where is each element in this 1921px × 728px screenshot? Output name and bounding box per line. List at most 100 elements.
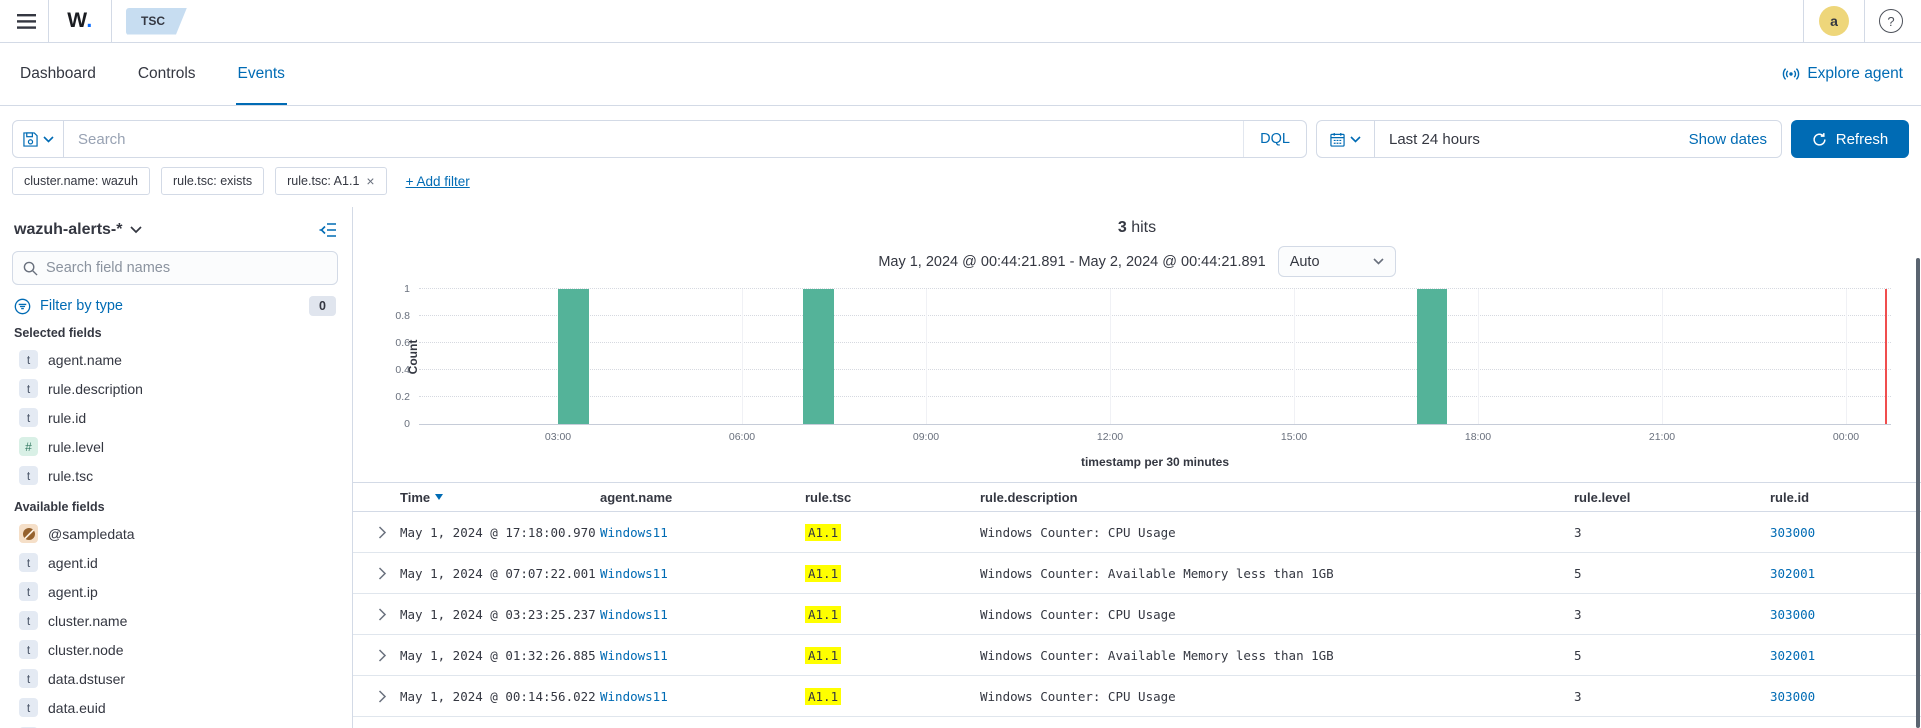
field-item[interactable]: tcluster.name: [12, 606, 338, 635]
broadcast-icon: [1782, 65, 1800, 83]
save-query-icon: [23, 132, 38, 147]
field-type-string-icon: t: [19, 553, 38, 572]
tab-controls[interactable]: Controls: [136, 43, 198, 105]
field-type-number-icon: #: [19, 437, 38, 456]
filter-pill[interactable]: cluster.name: wazuh: [12, 167, 150, 195]
expand-row-icon[interactable]: [365, 567, 400, 580]
help-icon[interactable]: ?: [1879, 9, 1903, 33]
cell-rule-tsc: A1.1: [805, 525, 980, 540]
scrollbar-thumb[interactable]: [1916, 258, 1920, 728]
field-name: @sampledata: [48, 526, 135, 542]
highlighted-value: A1.1: [805, 647, 841, 664]
table-row[interactable]: May 1, 2024 @ 17:18:00.970Windows11A1.1W…: [353, 512, 1921, 553]
cell-rule-id[interactable]: 302001: [1770, 566, 1921, 581]
hits-label: hits: [1131, 219, 1156, 236]
selected-fields-list: tagent.nametrule.descriptiontrule.id#rul…: [12, 345, 338, 490]
field-item[interactable]: @sampledata: [12, 519, 338, 548]
nav-tabs: Dashboard Controls Events: [18, 43, 287, 105]
add-filter-link[interactable]: + Add filter: [406, 174, 470, 189]
field-item[interactable]: tagent.id: [12, 548, 338, 577]
cell-rule-id[interactable]: 303000: [1770, 607, 1921, 622]
field-item[interactable]: tdata.srcip: [12, 722, 338, 728]
date-range-label: May 1, 2024 @ 00:44:21.891 - May 2, 2024…: [878, 254, 1265, 270]
field-item[interactable]: #rule.level: [12, 432, 338, 461]
x-tick-label: 00:00: [1833, 431, 1859, 443]
histogram-bar[interactable]: [1417, 289, 1448, 424]
field-item[interactable]: trule.description: [12, 374, 338, 403]
index-pattern-selector[interactable]: wazuh-alerts-*: [14, 221, 142, 239]
field-item[interactable]: tagent.name: [12, 345, 338, 374]
table-row[interactable]: May 1, 2024 @ 03:23:25.237Windows11A1.1W…: [353, 594, 1921, 635]
gridline: [419, 342, 1891, 343]
cell-agent-name[interactable]: Windows11: [600, 689, 805, 704]
expand-row-icon[interactable]: [365, 649, 400, 662]
cell-time: May 1, 2024 @ 03:23:25.237: [400, 607, 600, 622]
gridline: [926, 289, 927, 424]
date-picker: Last 24 hours Show dates: [1316, 120, 1782, 158]
avatar[interactable]: a: [1819, 6, 1849, 36]
field-item[interactable]: trule.id: [12, 403, 338, 432]
cell-rule-id[interactable]: 303000: [1770, 525, 1921, 540]
cell-rule-id[interactable]: 303000: [1770, 689, 1921, 704]
column-header-rule-id[interactable]: rule.id: [1770, 490, 1921, 505]
cell-agent-name[interactable]: Windows11: [600, 607, 805, 622]
quick-select-button[interactable]: [1317, 121, 1375, 157]
field-item[interactable]: trule.tsc: [12, 461, 338, 490]
chevron-down-icon: [130, 226, 142, 234]
filter-pill[interactable]: rule.tsc: A1.1×: [275, 167, 386, 195]
field-item[interactable]: tdata.euid: [12, 693, 338, 722]
histogram-plot-area[interactable]: Count 00.20.40.60.8103:0006:0009:0012:00…: [419, 289, 1891, 425]
column-header-time[interactable]: Time: [400, 490, 600, 505]
show-dates-link[interactable]: Show dates: [1689, 131, 1781, 148]
gridline: [419, 288, 1891, 289]
table-row[interactable]: May 1, 2024 @ 07:07:22.001Windows11A1.1W…: [353, 553, 1921, 594]
refresh-button[interactable]: Refresh: [1791, 120, 1909, 158]
table-row[interactable]: May 1, 2024 @ 00:14:56.022Windows11A1.1W…: [353, 676, 1921, 717]
filter-by-type-button[interactable]: Filter by type: [14, 298, 123, 315]
saved-queries-button[interactable]: [12, 120, 64, 158]
y-axis-title: Count: [406, 317, 420, 397]
query-language-button[interactable]: DQL: [1243, 121, 1306, 157]
cell-rule-level: 3: [1574, 689, 1770, 704]
field-name: cluster.node: [48, 642, 124, 658]
tab-dashboard[interactable]: Dashboard: [18, 43, 98, 105]
expand-row-icon[interactable]: [365, 608, 400, 621]
expand-row-icon[interactable]: [365, 526, 400, 539]
field-item[interactable]: tcluster.node: [12, 635, 338, 664]
search-input[interactable]: [64, 121, 1243, 157]
field-search-input[interactable]: [46, 260, 327, 276]
expand-row-icon[interactable]: [365, 690, 400, 703]
field-item[interactable]: tagent.ip: [12, 577, 338, 606]
column-header-agent-name[interactable]: agent.name: [600, 490, 805, 505]
remove-filter-icon[interactable]: ×: [366, 176, 374, 186]
field-item[interactable]: tdata.dstuser: [12, 664, 338, 693]
cell-rule-description: Windows Counter: Available Memory less t…: [980, 648, 1574, 663]
interval-select[interactable]: Auto: [1278, 246, 1396, 277]
menu-button[interactable]: [4, 0, 48, 42]
histogram-chart[interactable]: Count 00.20.40.60.8103:0006:0009:0012:00…: [353, 285, 1921, 449]
tsc-app-tab[interactable]: TSC: [126, 8, 187, 35]
wazuh-logo[interactable]: W.: [49, 9, 111, 33]
histogram-bar[interactable]: [558, 289, 589, 424]
cell-agent-name[interactable]: Windows11: [600, 525, 805, 540]
cell-rule-id[interactable]: 302001: [1770, 648, 1921, 663]
explore-agent-link[interactable]: Explore agent: [1782, 65, 1903, 83]
highlighted-value: A1.1: [805, 688, 841, 705]
table-row[interactable]: May 1, 2024 @ 01:32:26.885Windows11A1.1W…: [353, 635, 1921, 676]
tab-events[interactable]: Events: [236, 43, 287, 105]
time-range-label[interactable]: Last 24 hours: [1375, 131, 1689, 148]
collapse-sidebar-icon[interactable]: [319, 223, 336, 237]
column-header-rule-level[interactable]: rule.level: [1574, 490, 1770, 505]
sort-desc-icon[interactable]: [435, 494, 443, 500]
cell-agent-name[interactable]: Windows11: [600, 566, 805, 581]
search-icon: [23, 261, 38, 276]
filter-count-badge: 0: [309, 296, 336, 316]
cell-agent-name[interactable]: Windows11: [600, 648, 805, 663]
hamburger-icon: [17, 14, 36, 29]
column-header-rule-description[interactable]: rule.description: [980, 490, 1574, 505]
histogram-bar[interactable]: [803, 289, 834, 424]
filter-pill[interactable]: rule.tsc: exists: [161, 167, 264, 195]
column-header-rule-tsc[interactable]: rule.tsc: [805, 490, 980, 505]
y-tick-label: 0: [404, 418, 410, 430]
field-type-string-icon: t: [19, 698, 38, 717]
